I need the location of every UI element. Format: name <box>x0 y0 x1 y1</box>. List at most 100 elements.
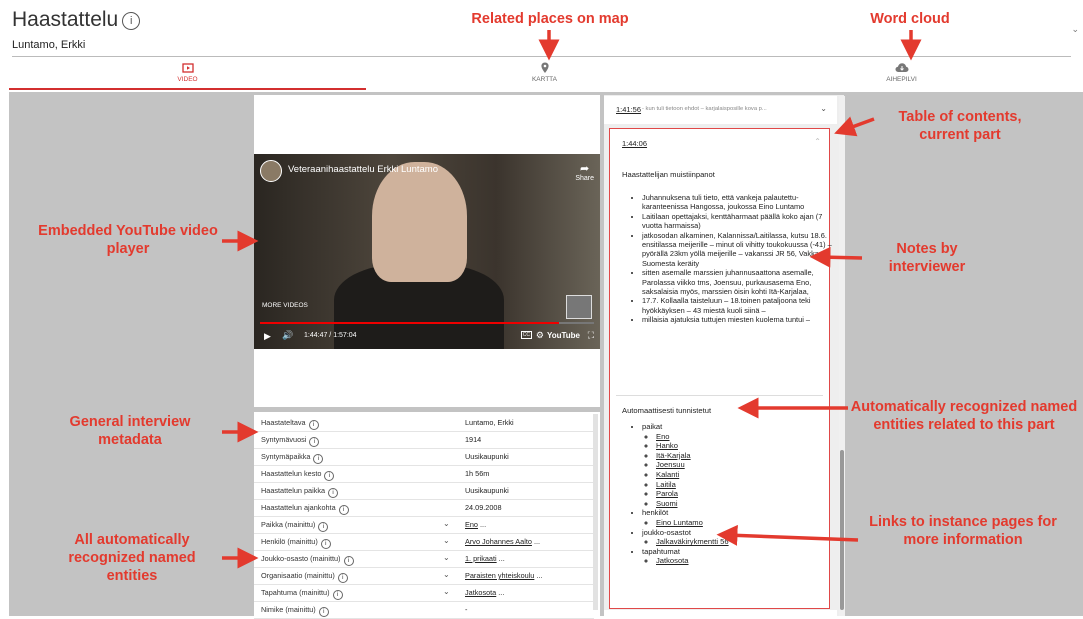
metadata-scrollbar[interactable] <box>593 414 598 610</box>
info-icon[interactable]: i <box>324 471 335 481</box>
chevron-up-icon[interactable]: ⌃ <box>814 137 821 146</box>
entity-item: Parola <box>656 489 832 499</box>
entity-item: Joensuu <box>656 460 832 470</box>
metadata-key: Organisaatio (mainittu) i <box>261 571 348 583</box>
info-icon[interactable]: i <box>313 454 324 464</box>
annotation-auto-entities: Automatically recognized named entities … <box>850 399 1078 433</box>
metadata-key: Syntymävuosi i <box>261 435 320 447</box>
entity-item: Eno <box>656 432 832 442</box>
metadata-value-text: 1h 56m <box>465 469 490 478</box>
metadata-row[interactable]: Joukko-osasto (mainittu) i ⌄ 1. prikaati ..… <box>254 550 594 568</box>
entity-link[interactable]: Jatkosota <box>656 556 689 565</box>
metadata-row: Haastattelun ajankohta i 24.09.2008 <box>254 499 594 517</box>
captions-button[interactable]: CC <box>520 331 532 339</box>
play-icon[interactable]: ▶ <box>264 331 271 342</box>
entity-link[interactable]: Eno <box>656 432 670 441</box>
metadata-value: Arvo Johannes Aalto ... <box>465 537 540 546</box>
metadata-key-label: Syntymävuosi <box>261 435 307 444</box>
chevron-down-icon[interactable]: ⌄ <box>443 570 450 579</box>
toc-item-next[interactable] <box>604 610 837 616</box>
chevron-down-icon[interactable]: ⌄ <box>443 587 450 596</box>
info-icon[interactable]: i <box>309 437 320 447</box>
metadata-value: Luntamo, Erkki <box>465 418 514 427</box>
entity-item: Hanko <box>656 441 832 451</box>
tab-map[interactable]: KARTTA <box>366 58 723 90</box>
info-icon[interactable]: i <box>122 12 141 30</box>
youtube-player[interactable]: Veteraanihaastattelu Erkki Luntamo ➦ Shar… <box>254 154 600 349</box>
entity-link[interactable]: Hanko <box>656 441 678 450</box>
map-pin-icon <box>540 62 549 73</box>
annotation-map: Related places on map <box>471 11 629 27</box>
tab-video[interactable]: VIDEO <box>9 58 366 90</box>
metadata-value-text: Uusikaupunki <box>465 452 509 461</box>
metadata-row[interactable]: Paikka (mainittu) i ⌄ Eno ... <box>254 516 594 534</box>
tab-wordcloud[interactable]: AIHEPILVI <box>723 58 1080 90</box>
note-item: jatkosodan alkaminen, Kalannissa/Laitila… <box>642 231 832 269</box>
cloud-icon <box>895 63 908 72</box>
entity-link[interactable]: Paraisten yhteiskoulu <box>465 571 534 580</box>
metadata-row: Haastattelun kesto i 1h 56m <box>254 465 594 483</box>
info-icon[interactable]: i <box>318 522 329 532</box>
info-icon[interactable]: i <box>328 488 339 498</box>
more-videos-label[interactable]: MORE VIDEOS <box>262 302 308 309</box>
metadata-value: 1h 56m <box>465 469 489 478</box>
chevron-down-icon[interactable]: ⌄ <box>820 104 827 113</box>
chevron-down-icon[interactable]: ⌄ <box>443 553 450 562</box>
toc-item-current: 1:44:06 ⌃ Haastattelijan muistiinpanot J… <box>609 128 832 609</box>
more-videos-thumbnail[interactable] <box>566 295 592 319</box>
chevron-down-icon[interactable]: ⌄ <box>443 519 450 528</box>
info-icon[interactable]: i <box>343 556 354 566</box>
entity-link[interactable]: 1. prikaati <box>465 554 497 563</box>
video-progress-bar[interactable] <box>260 322 594 324</box>
fullscreen-icon[interactable]: ⛶ <box>588 330 594 341</box>
info-icon[interactable]: i <box>320 539 331 549</box>
share-label: Share <box>575 175 594 182</box>
share-button[interactable]: ➦ Share <box>575 162 594 182</box>
entity-link[interactable]: Eno <box>465 520 478 529</box>
info-icon[interactable]: i <box>332 590 343 600</box>
metadata-row[interactable]: Organisaatio (mainittu) i ⌄ Paraisten yhtei… <box>254 567 594 585</box>
metadata-value-text: 24.09.2008 <box>465 503 502 512</box>
entity-link[interactable]: Arvo Johannes Aalto <box>465 537 532 546</box>
entity-link[interactable]: Jatkosota <box>465 588 496 597</box>
metadata-row: Nimike (mainittu) i - <box>254 601 594 619</box>
metadata-table: Haastateltava i Luntamo, Erkki Syntymävuosi… <box>254 412 600 619</box>
share-icon: ➦ <box>580 163 590 175</box>
page-title: Haastattelu i <box>12 8 141 32</box>
entity-link[interactable]: Kalanti <box>656 470 679 479</box>
annotation-all-entities: All automatically recognized named entit… <box>68 532 196 584</box>
metadata-row[interactable]: Henkilö (mainittu) i ⌄ Arvo Johannes Aalto … <box>254 533 594 551</box>
metadata-row: Haastateltava i Luntamo, Erkki <box>254 414 594 432</box>
entity-link[interactable]: Suomi <box>656 499 678 508</box>
note-item: millaisia ajatuksia tuttujen miesten kuo… <box>642 315 832 324</box>
youtube-logo[interactable]: YouTube <box>547 331 580 340</box>
entity-link[interactable]: Eino Luntamo <box>656 518 703 527</box>
metadata-value-text: 1914 <box>465 435 482 444</box>
toc-timestamp[interactable]: 1:41:56 <box>616 105 641 114</box>
toc-current-timestamp[interactable]: 1:44:06 <box>622 139 647 148</box>
entity-item: Itä-Karjala <box>656 451 832 461</box>
info-icon[interactable]: i <box>308 420 319 430</box>
info-icon[interactable]: i <box>338 505 349 515</box>
entity-link[interactable]: Laitila <box>656 480 676 489</box>
chevron-down-icon[interactable]: ⌄ <box>443 536 450 545</box>
metadata-key: Haastattelun ajankohta i <box>261 503 349 515</box>
entity-item: Jalkaväkirykmentti 56 <box>656 537 832 547</box>
metadata-key-label: Syntymäpaikka <box>261 452 311 461</box>
entity-link[interactable]: Itä-Karjala <box>656 451 691 460</box>
info-icon[interactable]: i <box>337 573 348 583</box>
chevron-down-icon[interactable]: ⌄ <box>1071 24 1079 35</box>
entity-link[interactable]: Parola <box>656 489 678 498</box>
metadata-key-label: Organisaatio (mainittu) <box>261 571 335 580</box>
video-title[interactable]: Veteraanihaastattelu Erkki Luntamo <box>288 164 438 175</box>
entity-item: Jatkosota <box>656 556 832 566</box>
toc-item-previous[interactable]: 1:41:56 - kun tuli tietoon ehdot – karja… <box>604 96 837 124</box>
volume-icon[interactable]: 🔊 <box>282 330 293 341</box>
entity-link[interactable]: Joensuu <box>656 460 685 469</box>
metadata-value-text: Uusikaupunki <box>465 486 509 495</box>
metadata-row[interactable]: Tapahtuma (mainittu) i ⌄ Jatkosota ... <box>254 584 594 602</box>
gear-icon[interactable]: ⚙ <box>536 330 544 341</box>
toc-scrollbar-thumb[interactable] <box>840 450 844 610</box>
channel-avatar[interactable] <box>260 160 282 182</box>
entity-link[interactable]: Jalkaväkirykmentti 56 <box>656 537 729 546</box>
